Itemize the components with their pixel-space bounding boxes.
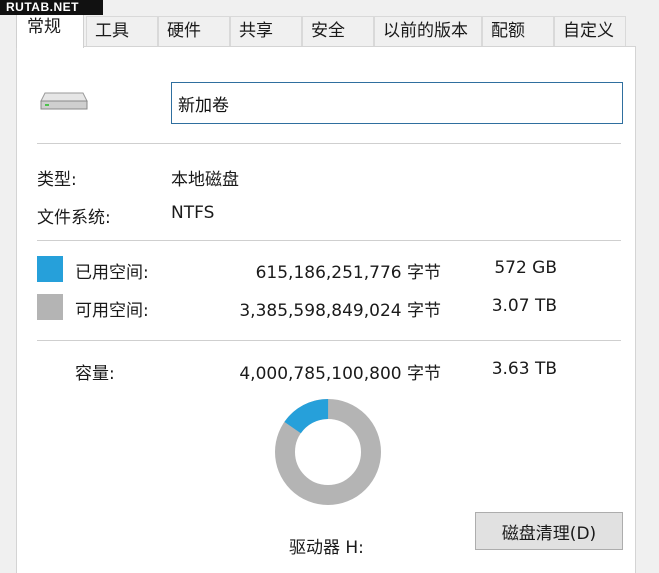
- separator: [37, 240, 621, 241]
- filesystem-label: 文件系统:: [37, 208, 111, 228]
- used-space-swatch: [37, 256, 63, 282]
- disk-cleanup-button[interactable]: 磁盘清理(D): [475, 512, 623, 550]
- drive-letter-label: 驱动器 H:: [289, 538, 364, 558]
- tab-hardware[interactable]: 硬件: [158, 16, 230, 46]
- capacity-short: 3.63 TB: [491, 359, 557, 379]
- tab-security[interactable]: 安全: [302, 16, 374, 46]
- separator: [37, 340, 621, 341]
- drive-icon: [40, 92, 88, 110]
- free-space-short: 3.07 TB: [491, 296, 557, 316]
- tab-tools[interactable]: 工具: [86, 16, 158, 46]
- tab-customize[interactable]: 自定义: [554, 16, 626, 46]
- watermark: RUTAB.NET: [0, 0, 103, 15]
- used-space-short: 572 GB: [494, 258, 557, 278]
- type-label: 类型:: [37, 170, 77, 190]
- used-space-label: 已用空间:: [75, 263, 149, 283]
- free-space-label: 可用空间:: [75, 301, 149, 321]
- usage-donut-chart: [275, 399, 381, 505]
- tab-previous-versions[interactable]: 以前的版本: [374, 16, 482, 46]
- free-space-swatch: [37, 294, 63, 320]
- filesystem-value: NTFS: [171, 203, 215, 223]
- volume-name-input[interactable]: [171, 82, 623, 124]
- separator: [37, 143, 621, 144]
- capacity-bytes: 4,000,785,100,800 字节: [239, 364, 441, 384]
- general-panel: 类型: 本地磁盘 文件系统: NTFS 已用空间: 615,186,251,77…: [16, 46, 636, 573]
- tab-general[interactable]: 常规: [16, 12, 84, 48]
- tab-quota[interactable]: 配额: [482, 16, 554, 46]
- capacity-label: 容量:: [75, 364, 115, 384]
- tab-sharing[interactable]: 共享: [230, 16, 302, 46]
- used-space-bytes: 615,186,251,776 字节: [255, 263, 441, 283]
- type-value: 本地磁盘: [171, 170, 239, 190]
- free-space-bytes: 3,385,598,849,024 字节: [239, 301, 441, 321]
